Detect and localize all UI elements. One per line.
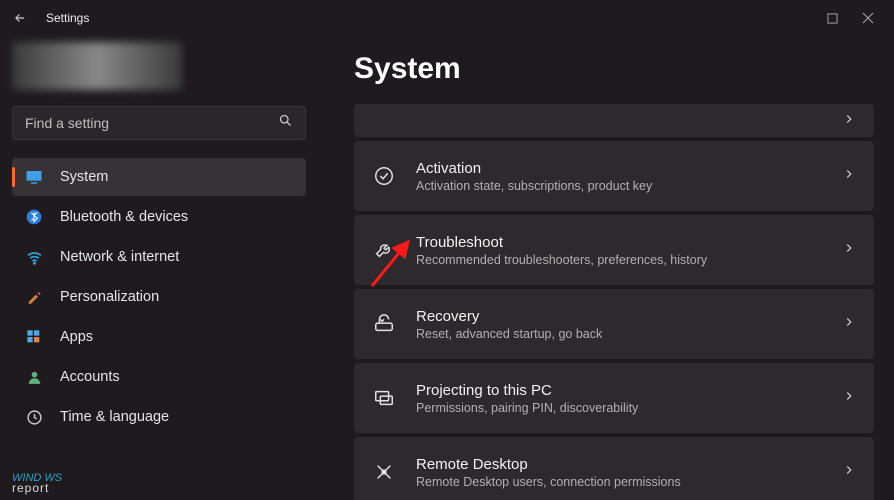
wifi-icon xyxy=(24,247,44,267)
chevron-right-icon xyxy=(842,241,856,260)
sidebar-item-apps[interactable]: Apps xyxy=(12,318,306,356)
card-subtitle: Permissions, pairing PIN, discoverabilit… xyxy=(416,401,842,415)
apps-icon xyxy=(24,327,44,347)
wrench-icon xyxy=(372,238,396,262)
back-button[interactable] xyxy=(8,6,32,30)
card-title: Activation xyxy=(416,160,842,177)
chevron-right-icon xyxy=(842,315,856,334)
project-icon xyxy=(372,386,396,410)
card-title: Remote Desktop xyxy=(416,456,842,473)
person-icon xyxy=(24,367,44,387)
sidebar-item-network[interactable]: Network & internet xyxy=(12,238,306,276)
nav-list: System Bluetooth & devices Network & int… xyxy=(12,158,306,436)
card-subtitle: Remote Desktop users, connection permiss… xyxy=(416,475,842,489)
app-title: Settings xyxy=(46,11,89,25)
settings-card-projecting[interactable]: Projecting to this PC Permissions, pairi… xyxy=(354,363,874,433)
remote-desktop-icon xyxy=(372,460,396,484)
checkmark-circle-icon xyxy=(372,164,396,188)
sidebar-item-time-language[interactable]: Time & language xyxy=(12,398,306,436)
recovery-icon xyxy=(372,312,396,336)
card-subtitle: Activation state, subscriptions, product… xyxy=(416,179,842,193)
bluetooth-icon xyxy=(24,207,44,227)
card-subtitle: Recommended troubleshooters, preferences… xyxy=(416,253,842,267)
chevron-right-icon xyxy=(842,167,856,186)
maximize-button[interactable] xyxy=(814,4,850,32)
settings-card-recovery[interactable]: Recovery Reset, advanced startup, go bac… xyxy=(354,289,874,359)
sidebar-item-bluetooth[interactable]: Bluetooth & devices xyxy=(12,198,306,236)
sidebar-item-label: Time & language xyxy=(60,409,169,425)
sidebar-item-accounts[interactable]: Accounts xyxy=(12,358,306,396)
chevron-right-icon xyxy=(842,112,856,129)
clock-globe-icon xyxy=(24,407,44,427)
card-subtitle: Reset, advanced startup, go back xyxy=(416,327,842,341)
paintbrush-icon xyxy=(24,287,44,307)
settings-card-remote-desktop[interactable]: Remote Desktop Remote Desktop users, con… xyxy=(354,437,874,500)
sidebar-item-label: System xyxy=(60,169,108,185)
card-title: Recovery xyxy=(416,308,842,325)
sidebar-item-label: Network & internet xyxy=(60,249,179,265)
sidebar: System Bluetooth & devices Network & int… xyxy=(0,36,318,500)
sidebar-item-label: Personalization xyxy=(60,289,159,305)
sidebar-item-label: Bluetooth & devices xyxy=(60,209,188,225)
card-title: Projecting to this PC xyxy=(416,382,842,399)
display-icon xyxy=(24,167,44,187)
sidebar-item-personalization[interactable]: Personalization xyxy=(12,278,306,316)
user-profile-block[interactable] xyxy=(12,42,182,90)
search-input[interactable] xyxy=(25,115,278,131)
settings-card-troubleshoot[interactable]: Troubleshoot Recommended troubleshooters… xyxy=(354,215,874,285)
main-content: System Activation Activation state, subs… xyxy=(318,36,894,500)
sidebar-item-label: Accounts xyxy=(60,369,120,385)
watermark: WIND WS report xyxy=(12,473,62,494)
chevron-right-icon xyxy=(842,463,856,482)
search-input-container[interactable] xyxy=(12,106,306,140)
settings-card-partial[interactable] xyxy=(354,104,874,137)
search-icon xyxy=(278,113,293,133)
chevron-right-icon xyxy=(842,389,856,408)
settings-card-activation[interactable]: Activation Activation state, subscriptio… xyxy=(354,141,874,211)
card-title: Troubleshoot xyxy=(416,234,842,251)
sidebar-item-system[interactable]: System xyxy=(12,158,306,196)
page-title: System xyxy=(354,52,874,86)
sidebar-item-label: Apps xyxy=(60,329,93,345)
close-button[interactable] xyxy=(850,4,886,32)
